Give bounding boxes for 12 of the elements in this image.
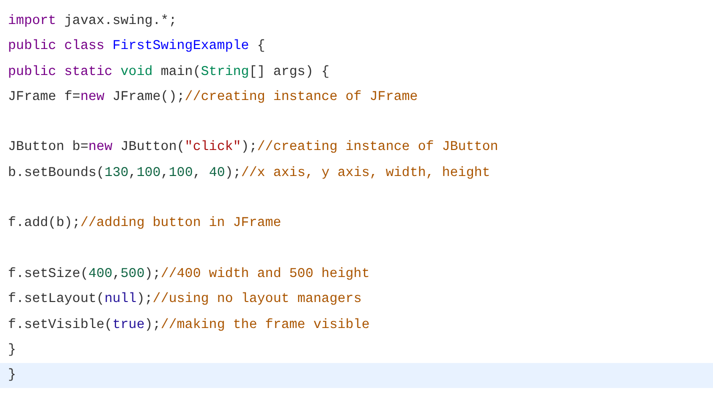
code-line: public static void main(String[] args) { bbox=[8, 64, 330, 82]
code-line: } bbox=[8, 367, 16, 386]
code-line: } bbox=[8, 342, 16, 360]
code-line: b.setBounds(130,100,100, 40);//x axis, y axis, width, height bbox=[8, 164, 490, 183]
code-line: JFrame f=new JFrame();//creating instance of JFrame bbox=[8, 88, 418, 107]
code-line: JButton b=new JButton("click");//creating instance of JButton bbox=[8, 139, 498, 158]
code-line: import javax.swing.*; bbox=[8, 13, 177, 31]
code-line: f.setSize(400,500);//400 width and 500 height bbox=[8, 266, 370, 284]
code-line: f.setLayout(null);//using no layout managers bbox=[8, 291, 362, 310]
code-line: f.add(b);//adding button in JFrame bbox=[8, 215, 282, 234]
code-line: f.setVisible(true);//making the frame visible bbox=[8, 316, 370, 335]
code-line: public class FirstSwingExample { bbox=[8, 38, 266, 56]
